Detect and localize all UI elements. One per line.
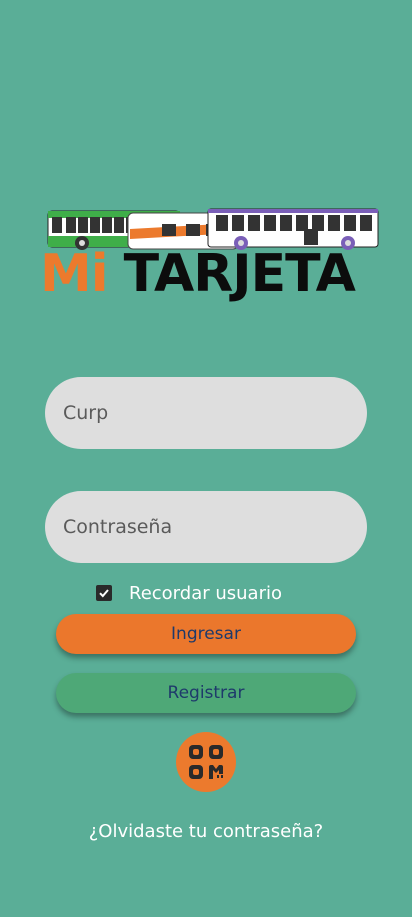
logo-tarjeta-text: TARJETA: [123, 244, 356, 304]
password-input[interactable]: [61, 515, 367, 539]
register-button[interactable]: Registrar: [56, 673, 356, 713]
remember-label: Recordar usuario: [129, 582, 282, 604]
logo-mi-text: Mi: [40, 244, 109, 304]
curp-field[interactable]: [45, 377, 367, 449]
login-button[interactable]: Ingresar: [56, 614, 356, 654]
remember-checkbox[interactable]: [96, 585, 112, 601]
curp-input[interactable]: [61, 401, 367, 425]
remember-user-row[interactable]: Recordar usuario: [96, 580, 282, 606]
forgot-password-link[interactable]: ¿Olvidaste tu contraseña?: [0, 821, 412, 842]
qr-code-icon: [189, 745, 223, 779]
qr-scan-button[interactable]: [176, 732, 236, 792]
checkmark-icon: [99, 589, 109, 598]
logo-wordmark: Mi TARJETA: [40, 244, 356, 304]
password-field[interactable]: [45, 491, 367, 563]
